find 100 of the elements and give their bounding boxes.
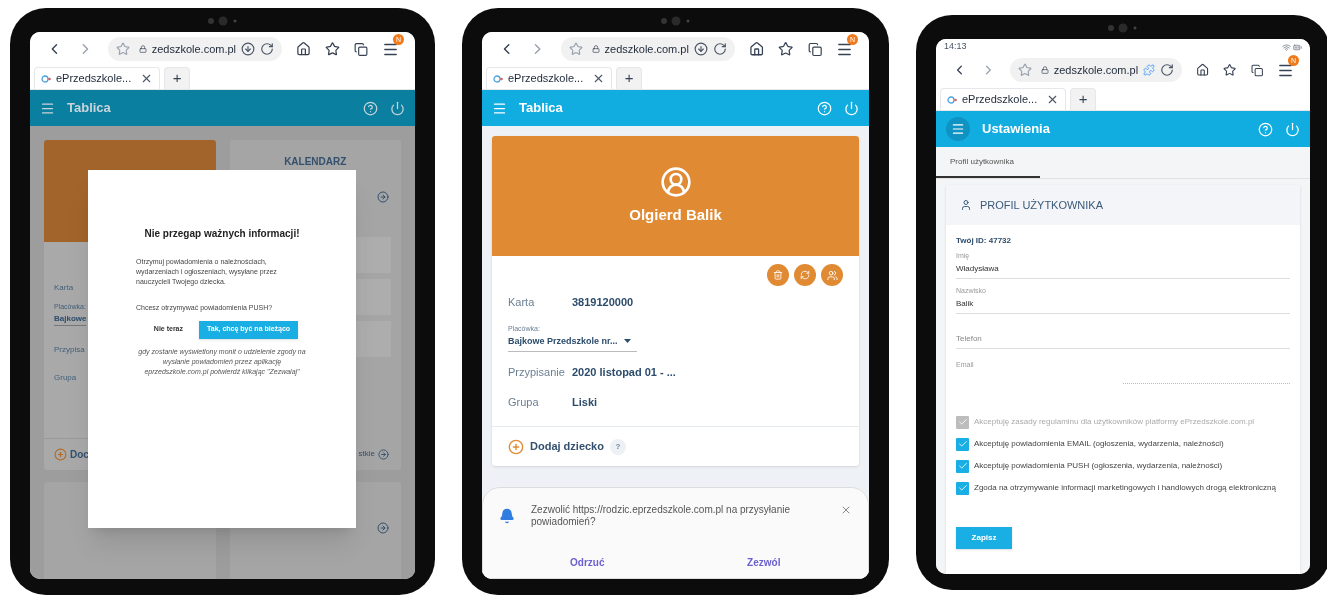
help-icon[interactable] (363, 100, 378, 116)
address-bar[interactable]: zedszkole.com.pl (107, 37, 283, 61)
delete-button[interactable] (767, 264, 789, 286)
checkbox[interactable] (956, 459, 969, 473)
add-link[interactable]: Doc (70, 447, 89, 462)
url-text: zedszkole.com.pl (604, 41, 689, 57)
tabs-icon[interactable] (807, 41, 822, 57)
menu-icon (951, 122, 965, 136)
address-bar[interactable]: zedszkole.com.pl (560, 37, 735, 61)
caret-icon (623, 339, 631, 344)
menu-button[interactable] (946, 117, 970, 141)
browser-tab[interactable]: ePrzedszkole... (486, 67, 613, 89)
reload-icon[interactable] (1160, 63, 1175, 77)
tabs-icon[interactable] (353, 41, 368, 57)
lock-icon (1040, 66, 1049, 74)
lock-icon (138, 45, 147, 53)
new-tab-button[interactable]: + (616, 67, 643, 89)
power-icon[interactable] (390, 100, 405, 116)
page-title: Tablica (67, 99, 111, 118)
reload-icon[interactable] (260, 42, 275, 56)
checkbox-label: Zgoda na otrzymywanie informacji marketingowych i handlowych drogą elektroniczną (974, 482, 1276, 494)
lock-icon (591, 45, 600, 53)
new-tab-button[interactable]: + (1070, 88, 1097, 110)
field-value: 2020 listopad 01 - ... (572, 364, 676, 380)
card-title: PROFIL UŻYTKOWNIKA (980, 197, 1104, 213)
power-icon[interactable] (1285, 121, 1300, 137)
field-label: Grupa (508, 394, 540, 410)
add-child-link[interactable]: Dodaj dziecko (530, 438, 604, 455)
field-value: Bajkowe (54, 312, 87, 326)
check-icon (957, 461, 968, 471)
page-title: Ustawienia (982, 120, 1050, 139)
address-bar[interactable]: zedszkole.com.pl (1009, 58, 1183, 82)
dialog-title: Nie przegap ważnych informacji! (144, 227, 300, 241)
prompt-text: Zezwolić https://rodzic.eprzedszkole.com.pl na przysyłanie powiadomień? (531, 504, 791, 528)
url-text: zedszkole.com.pl (151, 41, 237, 57)
tabs-icon[interactable] (1250, 62, 1263, 78)
close-icon[interactable] (840, 504, 852, 516)
arrow-right-icon[interactable] (377, 522, 389, 534)
logo-icon (947, 95, 957, 104)
checkbox[interactable] (956, 481, 969, 495)
home-icon[interactable] (748, 41, 765, 57)
add-icon[interactable] (508, 438, 524, 455)
check-icon (957, 483, 968, 493)
wifi-icon (1282, 42, 1291, 52)
show-all-link[interactable]: stkie (358, 448, 375, 460)
refresh-icon (800, 270, 810, 280)
bookmarks-icon[interactable] (325, 41, 340, 57)
people-icon (826, 269, 838, 281)
puzzle-icon[interactable] (1143, 64, 1156, 76)
tab-title: ePrzedszkole... (508, 71, 584, 87)
user-icon (960, 199, 972, 211)
field-value: Liski (572, 394, 598, 410)
new-tab-button[interactable]: + (164, 67, 191, 89)
user-icon (659, 165, 692, 198)
field-label: Grupa (54, 371, 77, 384)
refresh-button[interactable] (794, 264, 816, 286)
allow-button[interactable]: Zezwól (675, 555, 852, 570)
facility-select[interactable]: Bajkowe Przedszkole nr... (508, 334, 637, 352)
checkbox-label: Akceptuję powiadomienia PUSH (ogłoszenia, wydarzenia, należności) (974, 460, 1223, 472)
bookmarks-icon[interactable] (1223, 62, 1237, 78)
trash-icon (773, 270, 783, 280)
bookmarks-icon[interactable] (778, 41, 794, 57)
bell-icon (499, 508, 515, 524)
field-label: Karta (508, 294, 536, 310)
reload-icon[interactable] (712, 42, 727, 56)
field-label: Przypisanie (508, 364, 566, 380)
star-icon[interactable] (115, 42, 130, 56)
input-field[interactable]: Telefon (956, 317, 1290, 352)
star-icon[interactable] (1017, 63, 1032, 77)
group-button[interactable] (821, 264, 843, 286)
arrow-right-icon[interactable] (377, 191, 389, 203)
home-icon[interactable] (1196, 62, 1210, 78)
deny-button[interactable]: Odrzuć (499, 555, 676, 570)
page-title: Tablica (519, 99, 563, 118)
field-value: 3819120000 (572, 294, 634, 310)
add-icon[interactable] (54, 448, 67, 461)
status-time: 14:13 (944, 40, 967, 54)
star-icon[interactable] (568, 42, 583, 56)
arrow-right-icon[interactable] (378, 448, 389, 460)
home-icon[interactable] (296, 41, 311, 57)
battery-icon (1293, 42, 1302, 52)
tab-title: ePrzedszkole... (962, 92, 1038, 108)
logo-icon (493, 74, 503, 83)
checkbox-label: Akceptuję powiadomienia EMAIL (ogłoszenia, wydarzenia, należności) (974, 438, 1224, 450)
card-title: KALENDARZ (284, 155, 347, 169)
checkbox-label: Akceptuję zasady regulaminu dla użytkowników platformy ePrzedszkole.com.pl (974, 416, 1255, 428)
check-icon (957, 439, 968, 449)
browser-tab[interactable]: ePrzedszkole... (34, 67, 161, 89)
browser-tab[interactable]: ePrzedszkole... (940, 88, 1067, 110)
url-text: zedszkole.com.pl (1053, 62, 1139, 78)
field-label: Karta (54, 282, 74, 294)
logo-icon (41, 74, 51, 83)
tab-title: ePrzedszkole... (56, 71, 132, 87)
download-icon[interactable] (241, 42, 256, 56)
user-id: Twój ID: 47732 (956, 235, 1012, 247)
field-label: Przypisa (54, 343, 85, 356)
download-icon[interactable] (693, 42, 708, 56)
checkbox[interactable] (956, 437, 969, 451)
power-icon[interactable] (844, 100, 859, 116)
child-name: Olgierd Balik (629, 204, 722, 225)
